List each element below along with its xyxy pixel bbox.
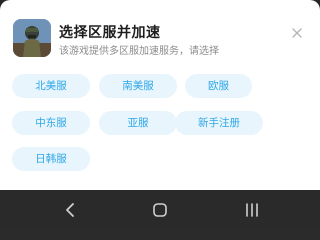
dialog-header: 选择区服并加速 该游戏提供多区服加速服务，请选择 [13, 19, 307, 59]
server-button-north-america[interactable]: 北美服 [12, 74, 90, 98]
server-button-middle-east[interactable]: 中东服 [12, 111, 90, 135]
server-button-asia[interactable]: 亚服 [99, 111, 177, 135]
server-select-dialog: 选择区服并加速 该游戏提供多区服加速服务，请选择 北美服 南美服 欧服 中东服 … [0, 0, 320, 190]
back-icon[interactable] [63, 202, 79, 218]
dialog-subtitle: 该游戏提供多区服加速服务，请选择 [59, 46, 219, 57]
server-button-new-player-register[interactable]: 新手注册 [175, 111, 263, 135]
server-button-europe[interactable]: 欧服 [185, 74, 252, 98]
close-icon[interactable] [290, 26, 304, 40]
phone-screen: 选择区服并加速 该游戏提供多区服加速服务，请选择 北美服 南美服 欧服 中东服 … [0, 0, 320, 230]
recents-icon[interactable] [244, 202, 260, 218]
server-button-japan-korea[interactable]: 日韩服 [12, 147, 90, 171]
home-icon[interactable] [152, 202, 168, 218]
server-button-south-america[interactable]: 南美服 [99, 74, 177, 98]
android-navigation-bar [0, 190, 320, 230]
game-app-icon [13, 19, 51, 57]
dialog-title: 选择区服并加速 [59, 25, 161, 41]
